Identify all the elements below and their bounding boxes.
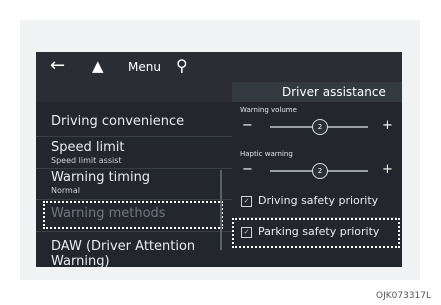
divider	[36, 168, 232, 169]
option-driving-safety-priority[interactable]: ✓ Driving safety priority	[232, 190, 402, 214]
haptic-warning-label: Haptic warning	[240, 150, 293, 158]
home-icon[interactable]: ▲	[92, 55, 104, 77]
section-header: Driver assistance	[232, 82, 402, 102]
haptic-warning-slider[interactable]: − 2 +	[232, 158, 402, 184]
divider	[36, 231, 232, 232]
menu-item-warning-methods[interactable]: Warning methods	[51, 206, 166, 221]
scrollbar[interactable]	[220, 170, 222, 250]
menu-item-label: Warning methods	[51, 206, 166, 221]
checkbox-checked-icon[interactable]: ✓	[241, 196, 252, 207]
menu-item-label: Driving convenience	[51, 114, 185, 129]
left-header-bar	[36, 82, 232, 102]
option-label: Driving safety priority	[258, 194, 379, 207]
menu-item-speed-limit[interactable]: Speed limit Speed limit assist	[51, 140, 124, 165]
volume-increase-button[interactable]: +	[382, 118, 393, 133]
arrow-left-icon[interactable]: ←	[50, 55, 65, 77]
divider	[36, 136, 232, 137]
top-bar: ← ▲ Menu ⚲	[36, 52, 402, 82]
option-parking-safety-priority[interactable]: ✓ Parking safety priority	[232, 221, 402, 245]
menu-item-driving-convenience[interactable]: Driving convenience	[51, 114, 184, 129]
menu-item-sublabel: Speed limit assist	[51, 156, 122, 165]
image-code: OJK073317L	[375, 291, 431, 301]
slider-knob[interactable]: 2	[312, 119, 328, 135]
menu-item-label: Warning timing	[51, 170, 151, 185]
haptic-increase-button[interactable]: +	[382, 162, 393, 177]
page-title: Driver assistance	[282, 85, 386, 99]
menu-item-daw[interactable]: DAW (Driver Attention Warning)	[51, 239, 221, 267]
warning-volume-label: Warning volume	[240, 106, 297, 114]
option-label: Parking safety priority	[258, 225, 380, 238]
menu-item-sublabel: Normal	[51, 186, 80, 195]
search-icon[interactable]: ⚲	[176, 55, 188, 77]
menu-button[interactable]: Menu	[128, 60, 161, 74]
haptic-decrease-button[interactable]: −	[242, 162, 253, 177]
left-menu: Driving convenience Speed limit Speed li…	[36, 102, 232, 267]
settings-panel: Warning volume − 2 + Haptic warning − 2 …	[232, 102, 402, 267]
slider-knob[interactable]: 2	[312, 163, 328, 179]
menu-item-label: Speed limit	[51, 140, 125, 155]
checkbox-checked-icon[interactable]: ✓	[241, 227, 252, 238]
volume-decrease-button[interactable]: −	[242, 118, 253, 133]
infotainment-screen: ← ▲ Menu ⚲ Driver assistance Driving con…	[36, 52, 402, 267]
warning-volume-slider[interactable]: − 2 +	[232, 114, 402, 140]
divider	[36, 199, 232, 200]
menu-item-label: DAW (Driver Attention Warning)	[51, 239, 196, 267]
menu-item-warning-timing[interactable]: Warning timing Normal	[51, 170, 150, 195]
